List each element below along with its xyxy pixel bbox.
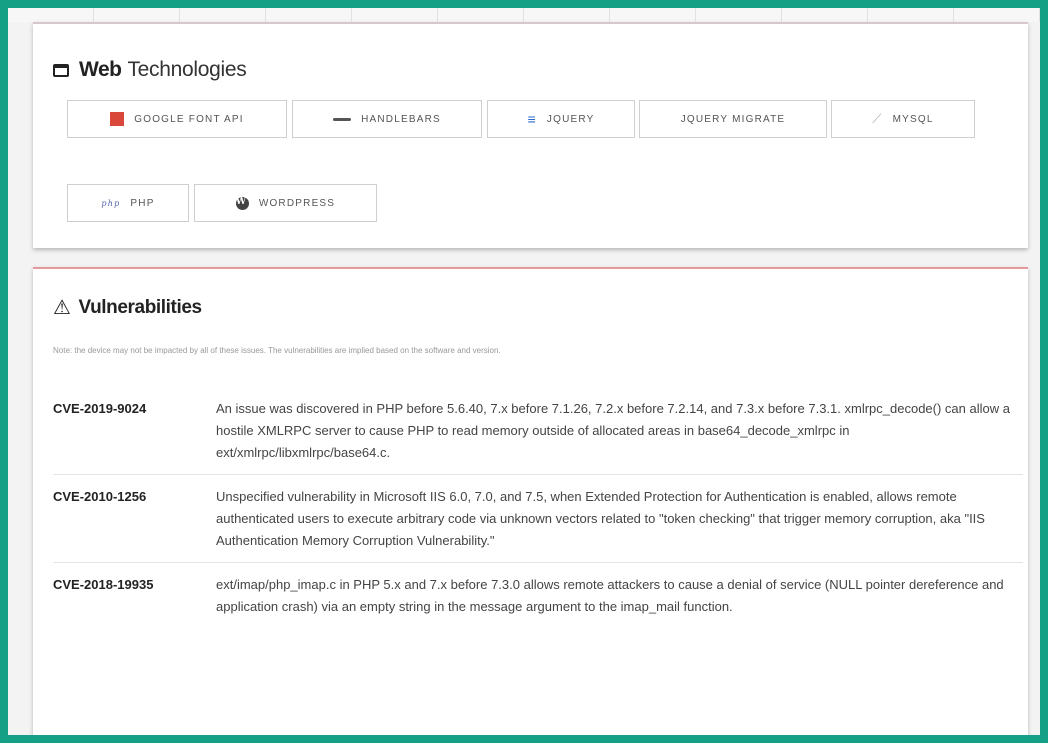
vulnerabilities-note: Note: the device may not be impacted by … — [53, 346, 501, 355]
tech-handlebars[interactable]: HANDLEBARS — [292, 100, 482, 138]
cve-id: CVE-2018-19935 — [53, 577, 154, 592]
vulnerability-row: CVE-2019-9024 An issue was discovered in… — [53, 387, 1023, 475]
warning-icon: ⚠ — [53, 297, 71, 319]
tech-google-font-api[interactable]: GOOGLE FONT API — [67, 100, 287, 138]
tech-jquery-migrate[interactable]: JQUERY MIGRATE — [639, 100, 827, 138]
cve-description: ext/imap/php_imap.c in PHP 5.x and 7.x b… — [216, 577, 1004, 614]
mysql-icon: ⟋ — [872, 111, 883, 126]
google-font-icon — [110, 112, 125, 126]
vulnerability-row: CVE-2010-1256 Unspecified vulnerability … — [53, 475, 1023, 563]
cve-id: CVE-2019-9024 — [53, 401, 147, 416]
vulnerability-row: CVE-2018-19935 ext/imap/php_imap.c in PH… — [53, 563, 1023, 628]
vulnerability-list: CVE-2019-9024 An issue was discovered in… — [53, 387, 1023, 628]
tech-jquery[interactable]: ≡ JQUERY — [487, 100, 635, 138]
wordpress-icon: W — [235, 196, 249, 210]
vulnerabilities-title: ⚠ Vulnerabilities — [53, 296, 202, 320]
cve-description: An issue was discovered in PHP before 5.… — [216, 401, 1010, 460]
web-technologies-title: Web Technologies — [53, 58, 247, 82]
cve-description: Unspecified vulnerability in Microsoft I… — [216, 489, 985, 548]
tech-wordpress[interactable]: W WORDPRESS — [194, 184, 377, 222]
vulnerabilities-card: ⚠ Vulnerabilities Note: the device may n… — [33, 267, 1028, 735]
web-technologies-card: Web Technologies GOOGLE FONT API HANDLEB… — [33, 22, 1028, 248]
tech-php[interactable]: php PHP — [67, 184, 189, 222]
php-icon: php — [101, 198, 121, 208]
cve-id: CVE-2010-1256 — [53, 489, 147, 504]
browser-viewport: Web Technologies GOOGLE FONT API HANDLEB… — [8, 8, 1040, 735]
top-nav-strip — [8, 8, 1040, 22]
jquery-icon: ≡ — [527, 111, 537, 127]
handlebars-icon — [333, 117, 352, 121]
tech-mysql[interactable]: ⟋ MYSQL — [831, 100, 975, 138]
browser-window-icon — [53, 63, 69, 77]
